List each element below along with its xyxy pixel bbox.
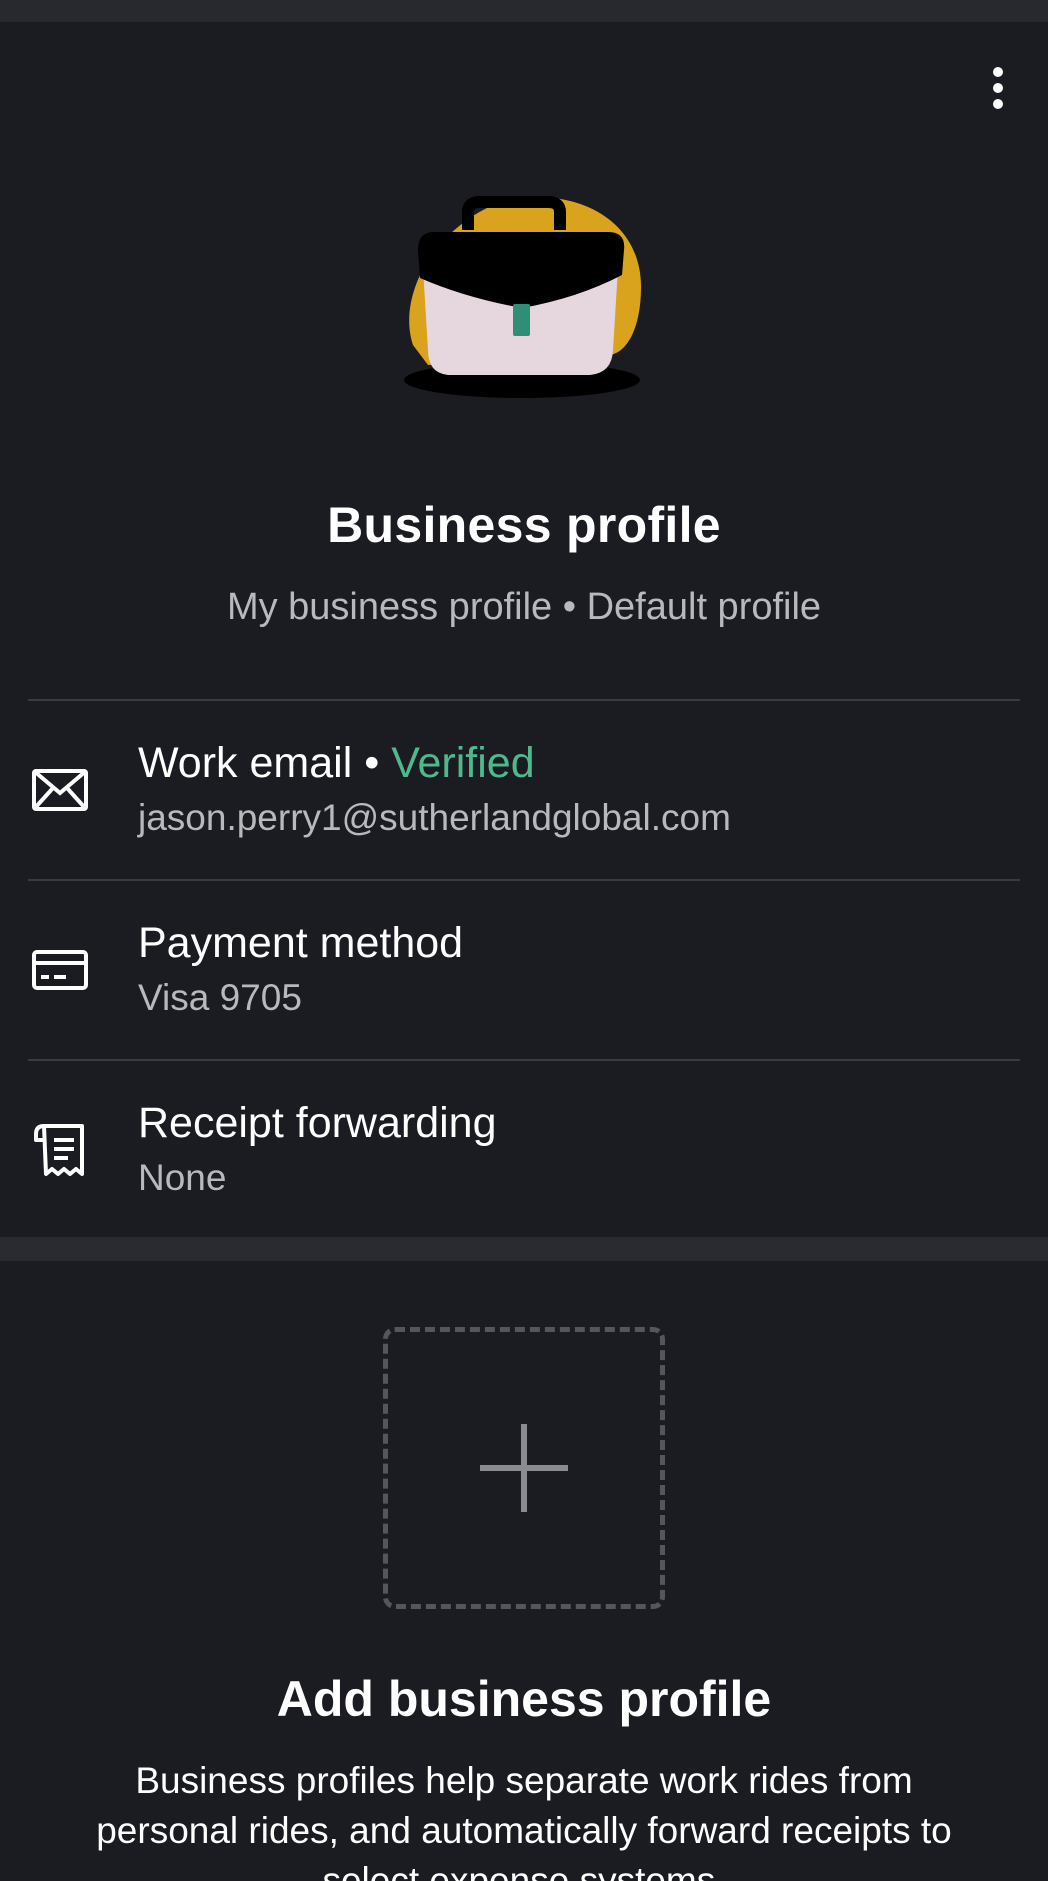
profile-subtitle: My business profile • Default profile: [226, 586, 822, 628]
work-email-label: Work email: [138, 739, 353, 787]
add-profile-description: Business profiles help separate work rid…: [96, 1760, 952, 1881]
plus-icon: [480, 1424, 568, 1512]
separator: •: [352, 739, 392, 787]
add-business-profile-button[interactable]: [383, 1327, 665, 1609]
verified-badge: Verified: [391, 739, 535, 787]
payment-method-row[interactable]: Payment method Visa 9705: [0, 881, 1048, 1059]
work-email-row[interactable]: Work email • Verified jason.perry1@suthe…: [0, 701, 1048, 879]
more-vertical-icon: [993, 67, 1003, 109]
add-profile-title: Add business profile: [276, 1671, 772, 1727]
receipt-forwarding-value: None: [138, 1157, 227, 1198]
envelope-icon: [30, 760, 90, 820]
page-title: Business profile: [327, 497, 721, 553]
credit-card-icon: [30, 940, 90, 1000]
briefcase-illustration: [404, 196, 642, 398]
receipt-forwarding-label: Receipt forwarding: [138, 1099, 497, 1147]
more-options-button[interactable]: [948, 56, 1048, 120]
payment-method-label: Payment method: [138, 919, 464, 967]
section-divider: [0, 1237, 1048, 1261]
receipt-forwarding-row[interactable]: Receipt forwarding None: [0, 1061, 1048, 1239]
payment-method-value: Visa 9705: [138, 977, 302, 1018]
receipt-icon: [30, 1120, 90, 1180]
status-bar: [0, 0, 1048, 22]
work-email-value: jason.perry1@sutherlandglobal.com: [138, 797, 731, 838]
